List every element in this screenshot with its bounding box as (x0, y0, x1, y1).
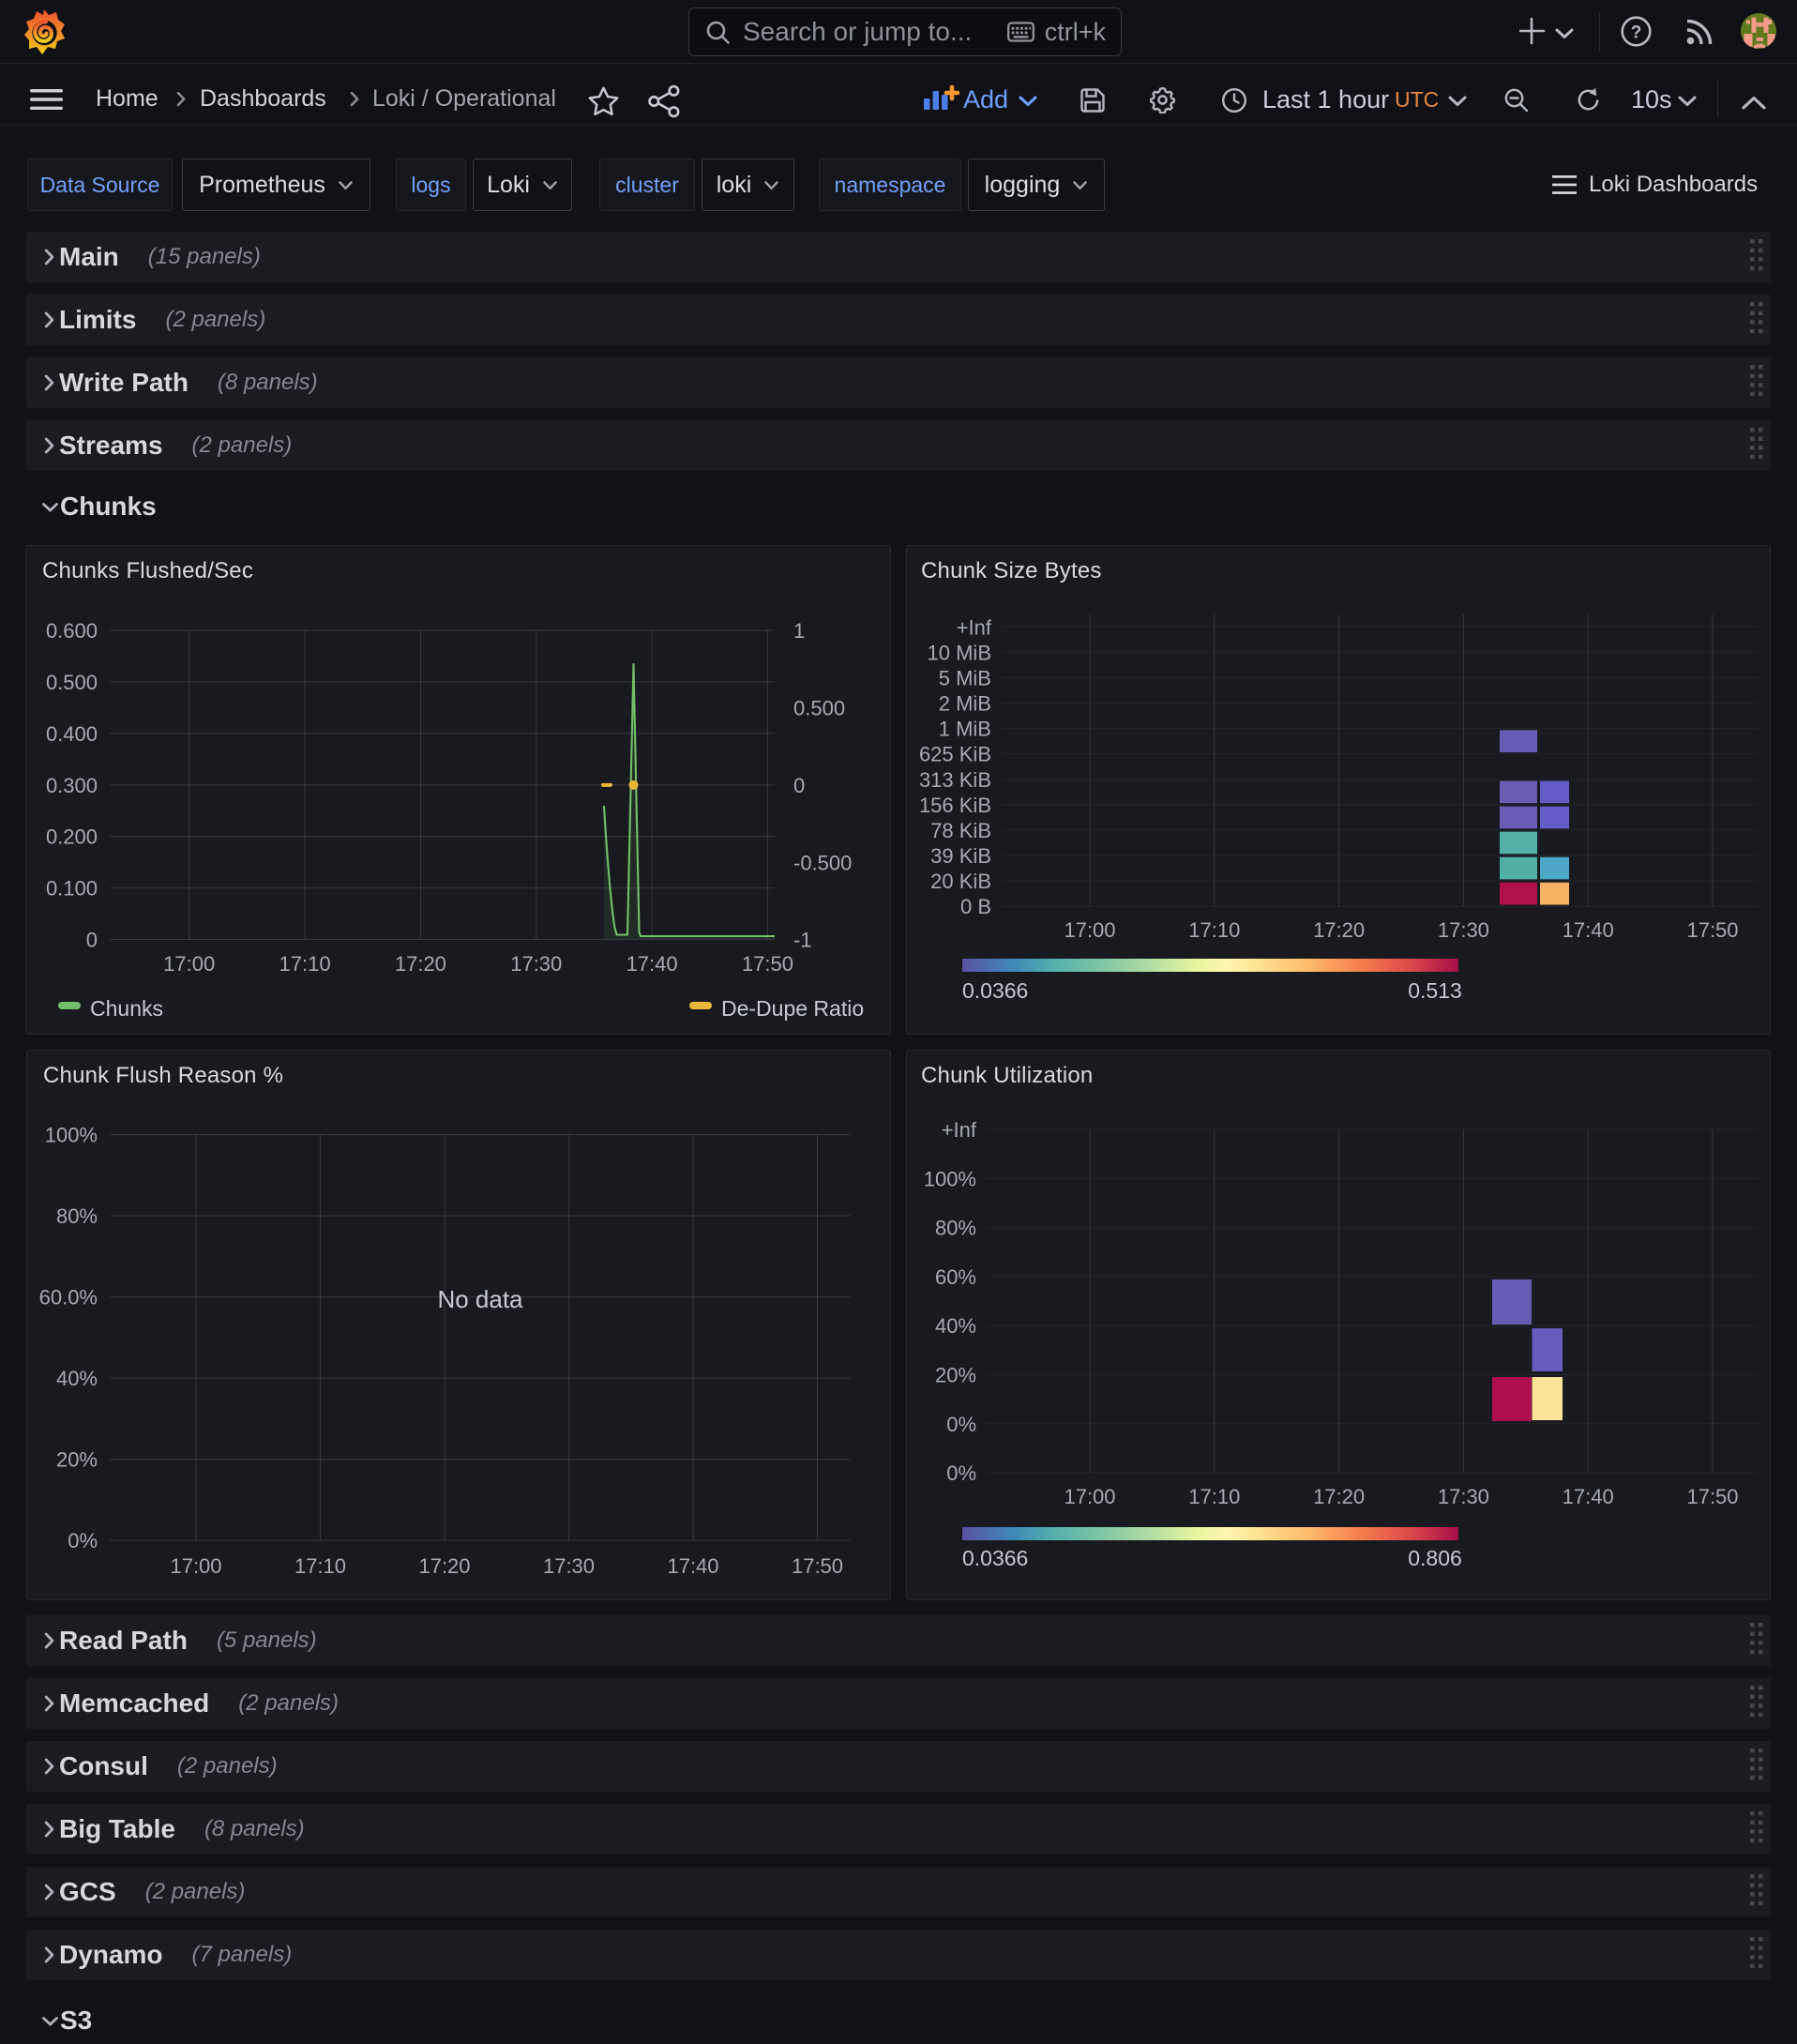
svg-text:60.0%: 60.0% (39, 1286, 98, 1310)
svg-text:Chunks: Chunks (90, 996, 163, 1021)
svg-text:17:20: 17:20 (418, 1554, 470, 1578)
svg-text:5 MiB: 5 MiB (939, 667, 991, 690)
svg-text:0 B: 0 B (960, 895, 991, 918)
svg-text:17:50: 17:50 (1686, 918, 1738, 942)
svg-text:0: 0 (793, 774, 805, 797)
svg-text:17:20: 17:20 (395, 952, 446, 976)
svg-text:+Inf: +Inf (942, 1118, 977, 1142)
svg-text:17:00: 17:00 (1064, 918, 1115, 942)
svg-text:0.0366: 0.0366 (962, 978, 1028, 1003)
svg-text:40%: 40% (56, 1367, 98, 1390)
svg-text:17:40: 17:40 (627, 952, 678, 976)
svg-text:0: 0 (86, 929, 98, 952)
svg-text:17:50: 17:50 (1686, 1485, 1738, 1508)
svg-text:0.600: 0.600 (46, 619, 98, 643)
svg-text:20%: 20% (935, 1364, 976, 1387)
svg-text:No data: No data (437, 1285, 523, 1313)
svg-text:17:30: 17:30 (543, 1554, 595, 1578)
svg-text:17:30: 17:30 (1438, 918, 1489, 942)
svg-text:0.806: 0.806 (1408, 1546, 1462, 1570)
svg-text:17:10: 17:10 (1188, 1485, 1240, 1508)
svg-text:De-Dupe Ratio: De-Dupe Ratio (721, 996, 864, 1021)
svg-text:0.200: 0.200 (46, 825, 98, 849)
svg-text:17:30: 17:30 (1438, 1485, 1489, 1508)
svg-text:+Inf: +Inf (957, 615, 992, 639)
svg-text:?: ? (1631, 23, 1642, 43)
svg-text:625 KiB: 625 KiB (919, 743, 991, 766)
svg-text:17:20: 17:20 (1313, 918, 1365, 942)
svg-text:39 KiB: 39 KiB (930, 844, 991, 868)
svg-text:2 MiB: 2 MiB (939, 692, 991, 716)
svg-text:0%: 0% (946, 1461, 976, 1485)
svg-text:80%: 80% (935, 1217, 976, 1240)
svg-text:100%: 100% (924, 1167, 976, 1190)
svg-text:0.500: 0.500 (793, 696, 845, 719)
svg-text:1: 1 (793, 619, 805, 643)
svg-text:17:00: 17:00 (1064, 1485, 1115, 1508)
svg-text:17:10: 17:10 (294, 1554, 346, 1578)
svg-text:10 MiB: 10 MiB (928, 641, 991, 664)
svg-text:0.100: 0.100 (46, 877, 98, 901)
svg-text:17:00: 17:00 (163, 952, 215, 976)
svg-text:0.0366: 0.0366 (962, 1546, 1028, 1570)
svg-text:17:10: 17:10 (279, 952, 331, 976)
svg-text:0%: 0% (68, 1529, 98, 1552)
svg-text:17:20: 17:20 (1313, 1485, 1365, 1508)
svg-text:100%: 100% (45, 1124, 98, 1147)
svg-text:40%: 40% (935, 1314, 976, 1338)
svg-text:1 MiB: 1 MiB (939, 718, 991, 741)
svg-text:0.300: 0.300 (46, 774, 98, 797)
svg-text:0.500: 0.500 (46, 671, 98, 694)
svg-text:313 KiB: 313 KiB (919, 768, 991, 792)
svg-text:0.513: 0.513 (1408, 978, 1462, 1003)
svg-text:156 KiB: 156 KiB (919, 794, 991, 817)
svg-text:0.400: 0.400 (46, 722, 98, 746)
svg-text:17:50: 17:50 (742, 952, 793, 976)
svg-text:-0.500: -0.500 (793, 851, 852, 874)
svg-text:-1: -1 (793, 929, 812, 952)
svg-text:80%: 80% (56, 1204, 98, 1228)
svg-text:17:10: 17:10 (1188, 918, 1240, 942)
svg-text:20 KiB: 20 KiB (930, 870, 991, 893)
svg-text:17:40: 17:40 (1563, 918, 1614, 942)
svg-text:17:50: 17:50 (792, 1554, 843, 1578)
svg-text:17:30: 17:30 (510, 952, 562, 976)
svg-text:0%: 0% (946, 1413, 976, 1436)
svg-text:17:00: 17:00 (170, 1554, 221, 1578)
svg-text:17:40: 17:40 (1563, 1485, 1614, 1508)
svg-text:78 KiB: 78 KiB (930, 819, 991, 842)
svg-text:60%: 60% (935, 1265, 976, 1289)
svg-text:17:40: 17:40 (667, 1554, 718, 1578)
svg-text:20%: 20% (56, 1448, 98, 1472)
